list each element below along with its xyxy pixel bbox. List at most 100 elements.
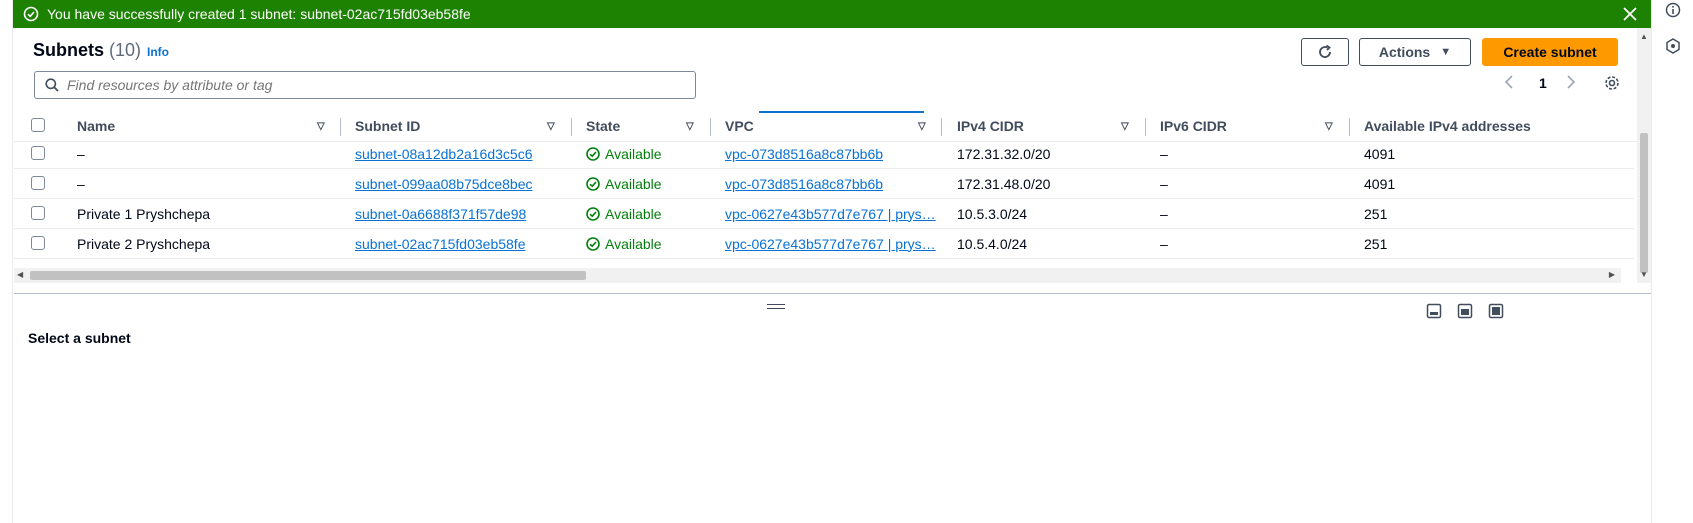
- gear-icon[interactable]: [1604, 75, 1620, 91]
- previous-page-icon[interactable]: [1504, 75, 1514, 89]
- column-vpc-label: VPC: [725, 118, 754, 134]
- cell-ipv4-cidr: 172.31.48.0/20: [957, 175, 1051, 192]
- search-input[interactable]: [67, 77, 667, 93]
- vpc-link[interactable]: vpc-073d8516a8c87bb6b: [725, 138, 883, 169]
- cell-ipv4-cidr: 10.5.4.0/24: [957, 235, 1028, 252]
- create-subnet-button[interactable]: Create subnet: [1482, 38, 1618, 66]
- scroll-left-icon[interactable]: ◀: [17, 270, 23, 279]
- cell-ipv6-cidr: –: [1160, 235, 1168, 252]
- success-banner: You have successfully created 1 subnet: …: [13, 0, 1651, 28]
- left-page-edge: [0, 0, 13, 523]
- subnet-id-link[interactable]: subnet-099aa08b75dce8bec: [355, 168, 533, 199]
- search-box[interactable]: [34, 71, 696, 99]
- search-icon: [45, 78, 59, 92]
- cell-state: Available: [586, 228, 662, 259]
- check-circle-icon: [23, 6, 39, 22]
- cell-state: Available: [586, 138, 662, 169]
- table-row[interactable]: – subnet-08a12db2a16d3c5c6 Available vpc…: [14, 138, 1634, 169]
- column-available-ipv4-label: Available IPv4 addresses: [1364, 118, 1531, 134]
- cell-ipv4-cidr: 172.31.32.0/20: [957, 145, 1051, 162]
- state-label: Available: [605, 205, 662, 222]
- row-checkbox[interactable]: [31, 146, 45, 160]
- cell-ipv6-cidr: –: [1160, 205, 1168, 222]
- column-ipv6-cidr-label: IPv6 CIDR: [1160, 118, 1227, 134]
- info-link[interactable]: Info: [147, 45, 169, 59]
- resize-handle-icon[interactable]: [767, 304, 785, 312]
- horizontal-scrollbar[interactable]: ◀ ▶: [14, 268, 1621, 283]
- cell-state: Available: [586, 198, 662, 229]
- panel-bottom-position-icon[interactable]: [1426, 303, 1442, 319]
- next-page-icon[interactable]: [1566, 75, 1576, 89]
- row-checkbox[interactable]: [31, 236, 45, 250]
- available-status-icon: [586, 146, 600, 161]
- table-header: Subnets (10) Info Actions ▼ Create subne…: [14, 28, 1651, 110]
- actions-button[interactable]: Actions ▼: [1359, 38, 1471, 66]
- page-title: Subnets (10): [33, 40, 141, 61]
- column-ipv4-cidr-label: IPv4 CIDR: [957, 118, 1024, 134]
- scroll-up-icon[interactable]: ▲: [1640, 32, 1648, 41]
- column-divider[interactable]: [941, 118, 942, 136]
- table-row[interactable]: Private 2 Pryshchepa subnet-02ac715fd03e…: [14, 228, 1634, 259]
- tools-rail: [1651, 0, 1693, 523]
- column-divider[interactable]: [710, 118, 711, 136]
- available-status-icon: [586, 236, 600, 251]
- vpc-link[interactable]: vpc-0627e43b577d7e767 | prys…: [725, 198, 936, 229]
- cell-name: Private 1 Pryshchepa: [77, 205, 211, 222]
- refresh-icon: [1319, 44, 1331, 58]
- panel-side-position-icon[interactable]: [1457, 303, 1473, 319]
- row-checkbox[interactable]: [31, 176, 45, 190]
- column-state-label: State: [586, 118, 621, 134]
- column-divider[interactable]: [571, 118, 572, 136]
- column-divider[interactable]: [1145, 118, 1146, 136]
- row-checkbox[interactable]: [31, 206, 45, 220]
- vpc-link[interactable]: vpc-0627e43b577d7e767 | prys…: [725, 228, 936, 259]
- scroll-down-icon[interactable]: ▼: [1640, 270, 1648, 279]
- horizontal-scroll-thumb[interactable]: [30, 271, 586, 280]
- cell-ipv6-cidr: –: [1160, 145, 1168, 162]
- subnet-id-link[interactable]: subnet-02ac715fd03eb58fe: [355, 228, 525, 259]
- cell-ipv6-cidr: –: [1160, 175, 1168, 192]
- split-panel: Select a subnet: [14, 293, 1651, 523]
- actions-label: Actions: [1378, 44, 1431, 60]
- cell-name: Private 2 Pryshchepa: [77, 235, 211, 252]
- subnet-id-link[interactable]: subnet-08a12db2a16d3c5c6: [355, 138, 533, 169]
- column-subnet-id-label: Subnet ID: [355, 118, 421, 134]
- vpc-link[interactable]: vpc-073d8516a8c87bb6b: [725, 168, 883, 199]
- column-divider[interactable]: [1349, 118, 1350, 136]
- vertical-scroll-thumb[interactable]: [1640, 133, 1648, 273]
- state-label: Available: [605, 175, 662, 192]
- cell-name: –: [77, 175, 85, 192]
- scroll-right-icon[interactable]: ▶: [1609, 270, 1615, 279]
- cell-ipv4-cidr: 10.5.3.0/24: [957, 205, 1028, 222]
- table-row[interactable]: Private 1 Pryshchepa subnet-0a6688f371f5…: [14, 198, 1634, 229]
- cell-available-ipv4: 4091: [1364, 145, 1396, 162]
- refresh-button[interactable]: [1301, 38, 1349, 66]
- state-label: Available: [605, 145, 662, 162]
- info-icon[interactable]: [1665, 2, 1681, 18]
- banner-message: You have successfully created 1 subnet: …: [47, 6, 471, 22]
- available-status-icon: [586, 206, 600, 221]
- vertical-scrollbar[interactable]: ▲ ▼: [1637, 28, 1651, 283]
- cell-name: –: [77, 145, 85, 162]
- subnet-id-link[interactable]: subnet-0a6688f371f57de98: [355, 198, 526, 229]
- column-divider[interactable]: [340, 118, 341, 136]
- cell-state: Available: [586, 168, 662, 199]
- title-text: Subnets: [33, 40, 105, 60]
- page-number[interactable]: 1: [1539, 75, 1547, 91]
- subnet-count: (10): [109, 40, 142, 60]
- close-icon[interactable]: [1619, 3, 1641, 25]
- cell-available-ipv4: 251: [1364, 205, 1388, 222]
- vpc-column-sort-indicator: [759, 111, 924, 113]
- panel-full-position-icon[interactable]: [1488, 303, 1504, 319]
- cell-available-ipv4: 251: [1364, 235, 1388, 252]
- subnets-table-container: Subnets (10) Info Actions ▼ Create subne…: [14, 28, 1651, 293]
- column-name-label: Name: [77, 118, 116, 134]
- available-status-icon: [586, 176, 600, 191]
- select-all-checkbox[interactable]: [31, 118, 45, 132]
- table-row[interactable]: – subnet-099aa08b75dce8bec Available vpc…: [14, 168, 1634, 199]
- cell-available-ipv4: 4091: [1364, 175, 1396, 192]
- split-panel-title: Select a subnet: [28, 330, 131, 346]
- caret-down-icon: ▼: [1440, 46, 1452, 58]
- hexagon-help-icon[interactable]: [1665, 38, 1681, 54]
- state-label: Available: [605, 235, 662, 252]
